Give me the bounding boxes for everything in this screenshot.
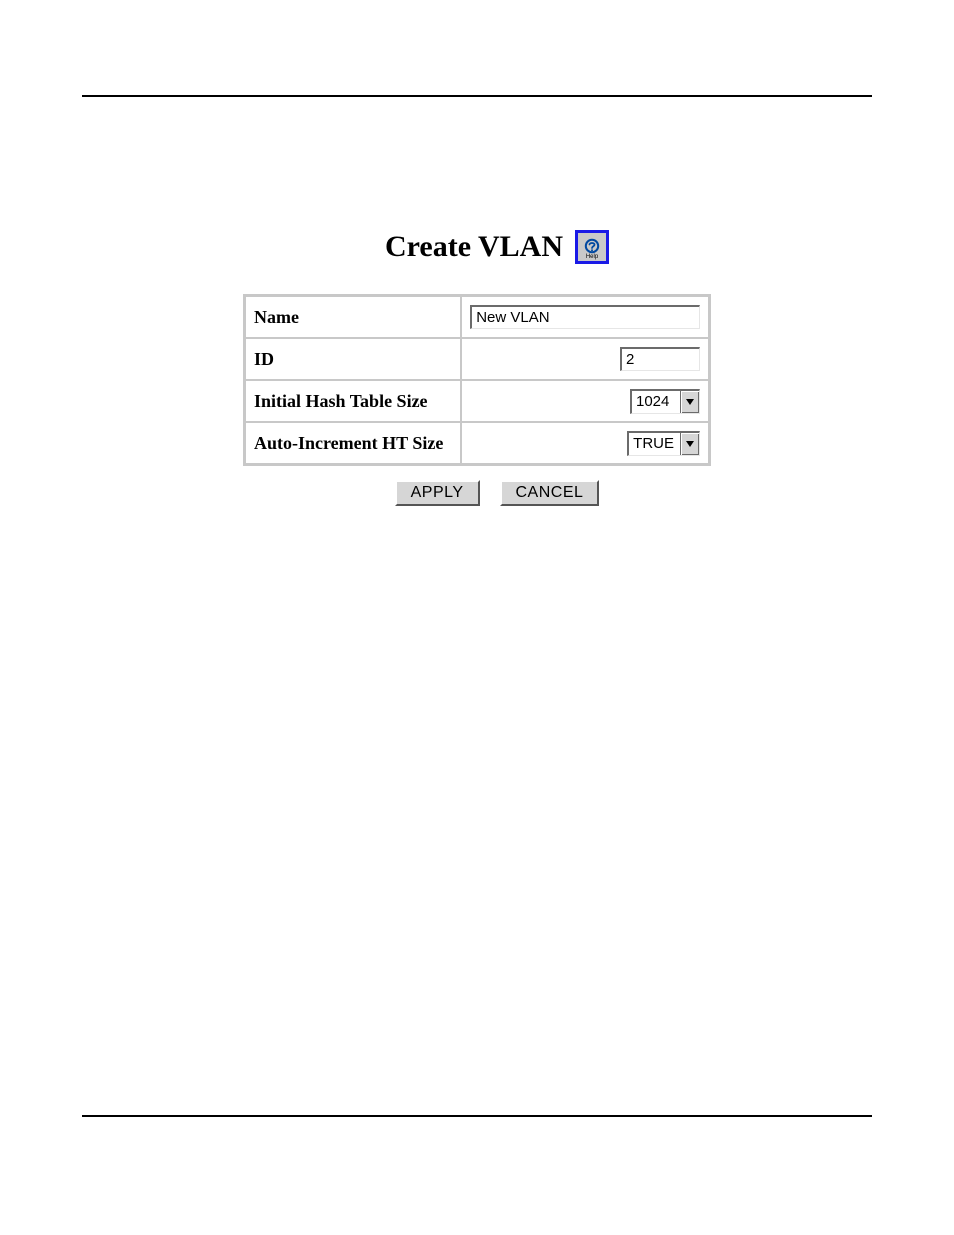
- page-title: Create VLAN: [385, 230, 563, 264]
- button-row: APPLY CANCEL: [395, 480, 600, 506]
- row-hash-size: Initial Hash Table Size 1024: [245, 380, 709, 422]
- chevron-down-icon: [680, 391, 699, 413]
- label-hash-size: Initial Hash Table Size: [245, 380, 461, 422]
- label-id: ID: [245, 338, 461, 380]
- row-id: ID: [245, 338, 709, 380]
- apply-button[interactable]: APPLY: [395, 480, 480, 506]
- name-input[interactable]: [470, 305, 700, 329]
- title-row: Create VLAN Help: [385, 230, 609, 264]
- chevron-down-icon: [680, 433, 699, 455]
- id-input[interactable]: [620, 347, 700, 371]
- row-name: Name: [245, 296, 709, 338]
- help-icon-label: Help: [578, 254, 606, 260]
- label-auto-inc: Auto-Increment HT Size: [245, 422, 461, 464]
- hash-size-select[interactable]: 1024: [630, 389, 700, 414]
- help-button[interactable]: Help: [575, 230, 609, 264]
- main-content: Create VLAN Help Name ID: [0, 230, 954, 506]
- bottom-rule: [82, 1115, 872, 1117]
- label-name: Name: [245, 296, 461, 338]
- cancel-button[interactable]: CANCEL: [500, 480, 600, 506]
- form-table: Name ID Initial Hash Table Size 1024: [243, 294, 711, 466]
- auto-inc-select[interactable]: TRUE: [627, 431, 700, 456]
- hash-size-value: 1024: [632, 391, 680, 413]
- row-auto-inc: Auto-Increment HT Size TRUE: [245, 422, 709, 464]
- auto-inc-value: TRUE: [629, 433, 680, 455]
- top-rule: [82, 95, 872, 97]
